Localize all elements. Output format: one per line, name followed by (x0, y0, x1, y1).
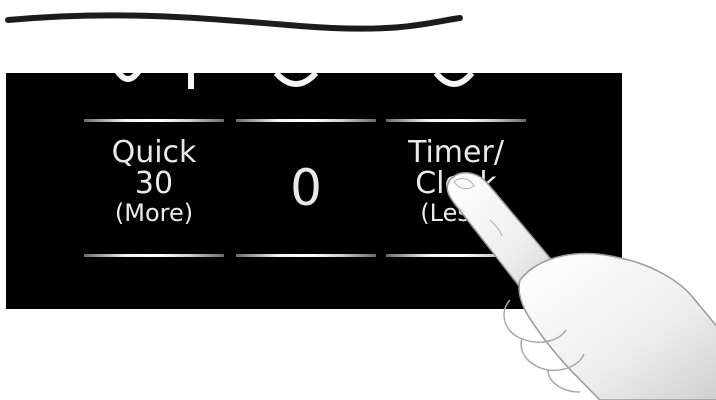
button-label-line2: 30 (134, 166, 174, 201)
button-top-line (84, 119, 224, 122)
quick-30-more-button[interactable]: Quick 30 (More) (84, 119, 224, 257)
decorative-wave (5, 12, 463, 32)
button-label-line3: (More) (114, 199, 194, 227)
button-bottom-line (236, 254, 376, 257)
button-digit: 0 (290, 159, 322, 217)
button-top-line (236, 119, 376, 122)
number-zero-button[interactable]: 0 (236, 119, 376, 257)
button-bottom-line (84, 254, 224, 257)
button-label-line1: Quick (111, 135, 197, 170)
button-label-group: Quick 30 (More) (84, 135, 224, 228)
panel-top-decoration (115, 73, 475, 89)
pointing-hand-icon (446, 172, 716, 400)
button-top-line (386, 119, 526, 122)
